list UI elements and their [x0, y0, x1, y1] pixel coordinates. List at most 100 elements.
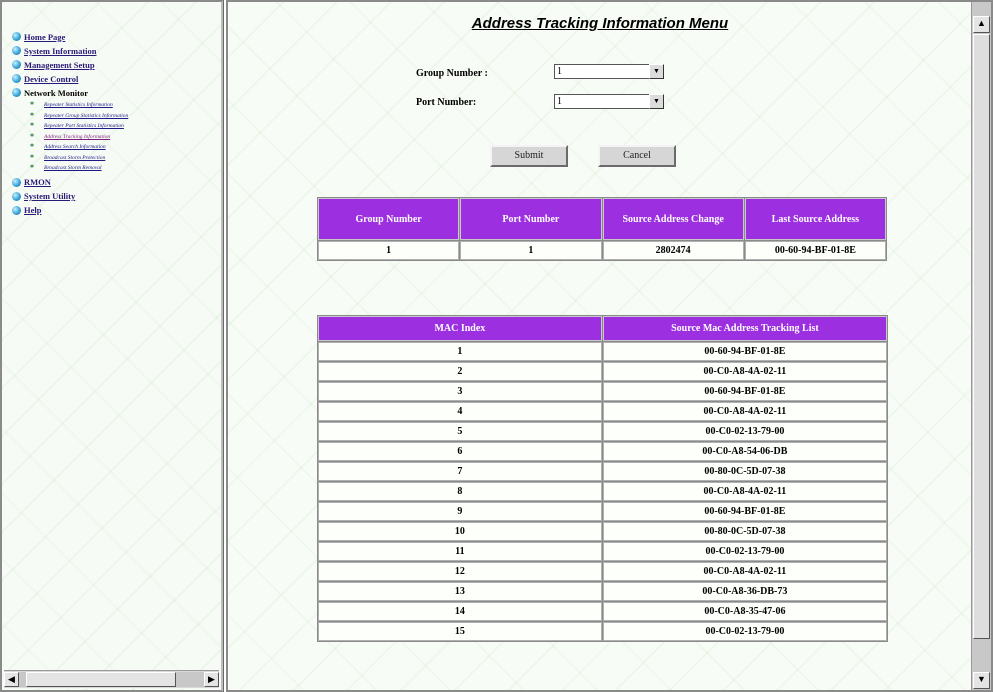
nav-item-network-monitor[interactable]: Network Monitor — [12, 86, 217, 99]
network-monitor-submenu: * Repeater Statistics Information * Repe… — [30, 100, 217, 174]
table-row: 4 00-C0-A8-4A-02-11 — [318, 402, 887, 421]
page-title: Address Tracking Information Menu — [471, 15, 729, 32]
content-frame: Address Tracking Information Menu Group … — [226, 0, 993, 692]
table-cell: 8 — [318, 482, 602, 501]
table-row: 11 00-C0-02-13-79-00 — [318, 542, 887, 561]
nav-item-label[interactable]: Home Page — [24, 32, 65, 42]
cancel-button[interactable]: Cancel — [598, 145, 676, 167]
table-cell: 00-C0-A8-4A-02-11 — [602, 562, 887, 581]
column-header: Port Number — [460, 198, 602, 240]
table-cell: 00-C0-A8-4A-02-11 — [602, 482, 887, 501]
table-cell: 00-C0-02-13-79-00 — [602, 542, 887, 561]
table-cell: 00-C0-A8-36-DB-73 — [602, 582, 887, 601]
nav-item-label[interactable]: System Information — [24, 46, 96, 56]
nav-item-label[interactable]: Help — [24, 205, 41, 215]
summary-data-row: 1 1 2802474 00-60-94-BF-01-8E — [318, 241, 886, 260]
star-bullet-icon: * — [30, 163, 34, 173]
globe-bullet-icon — [12, 205, 21, 215]
sub-item-address-search[interactable]: * Address Search Information — [30, 142, 217, 153]
star-bullet-icon: * — [30, 121, 34, 131]
chevron-down-icon[interactable]: ▼ — [649, 94, 664, 109]
scroll-down-icon[interactable]: ▼ — [973, 672, 990, 689]
table-cell: 6 — [318, 442, 602, 461]
globe-bullet-icon — [12, 74, 21, 83]
sub-item-label[interactable]: Repeater Statistics Information — [44, 102, 113, 108]
table-cell: 00-60-94-BF-01-8E — [602, 502, 887, 521]
table-row: 8 00-C0-A8-4A-02-11 — [318, 482, 887, 501]
globe-bullet-icon — [12, 88, 21, 97]
table-row: 1 00-60-94-BF-01-8E — [318, 342, 887, 361]
globe-bullet-icon — [12, 32, 21, 41]
globe-bullet-icon — [12, 177, 21, 187]
globe-bullet-icon — [12, 191, 21, 201]
scroll-up-icon[interactable]: ▲ — [973, 16, 990, 33]
mac-header-row: MAC Index Source Mac Address Tracking Li… — [318, 316, 887, 341]
table-cell: 12 — [318, 562, 602, 581]
nav-item-rmon[interactable]: RMON — [12, 176, 217, 189]
table-row: 7 00-80-0C-5D-07-38 — [318, 462, 887, 481]
sub-item-broadcast-storm-removal[interactable]: * Broadcast Storm Removal — [30, 163, 217, 174]
table-cell: 00-C0-A8-35-47-06 — [602, 602, 887, 621]
table-cell: 00-60-94-BF-01-8E — [602, 342, 887, 361]
star-bullet-icon: * — [30, 142, 34, 152]
globe-bullet-icon — [12, 60, 21, 69]
sub-item-label[interactable]: Repeater Group Statistics Information — [44, 113, 128, 119]
sub-item-repeater-group-statistics[interactable]: * Repeater Group Statistics Information — [30, 111, 217, 122]
table-row: 12 00-C0-A8-4A-02-11 — [318, 562, 887, 581]
table-cell: 5 — [318, 422, 602, 441]
nav-item-home[interactable]: Home Page — [12, 30, 217, 43]
group-number-label: Group Number : — [416, 68, 488, 79]
scroll-right-icon[interactable]: ▶ — [204, 672, 219, 687]
column-header: Group Number — [318, 198, 460, 240]
column-header: Source Mac Address Tracking List — [602, 316, 887, 341]
vertical-scrollbar[interactable]: ▲ ▼ — [971, 2, 991, 690]
table-cell: 3 — [318, 382, 602, 401]
chevron-down-icon[interactable]: ▼ — [649, 64, 664, 79]
table-cell: 11 — [318, 542, 602, 561]
table-row: 9 00-60-94-BF-01-8E — [318, 502, 887, 521]
table-row: 13 00-C0-A8-36-DB-73 — [318, 582, 887, 601]
table-cell: 2 — [318, 362, 602, 381]
nav-item-label[interactable]: Network Monitor — [24, 88, 88, 98]
table-cell: 1 — [318, 241, 460, 260]
sub-item-broadcast-storm-protection[interactable]: * Broadcast Storm Protection — [30, 153, 217, 164]
scroll-thumb[interactable] — [973, 34, 990, 639]
sub-item-address-tracking[interactable]: * Address Tracking Information — [30, 132, 217, 143]
port-number-select[interactable]: 1 ▼ — [554, 94, 664, 109]
table-cell: 00-C0-02-13-79-00 — [602, 422, 887, 441]
table-cell: 00-60-94-BF-01-8E — [602, 382, 887, 401]
star-bullet-icon: * — [30, 152, 34, 162]
column-header: Last Source Address — [744, 198, 886, 240]
horizontal-scrollbar[interactable]: ◀ ▶ — [4, 670, 219, 688]
nav-item-label[interactable]: Device Control — [24, 74, 78, 84]
table-cell: 4 — [318, 402, 602, 421]
table-cell: 1 — [318, 342, 602, 361]
column-header: MAC Index — [318, 316, 602, 341]
nav-item-device-control[interactable]: Device Control — [12, 72, 217, 85]
summary-table: Group Number Port Number Source Address … — [317, 197, 887, 261]
sub-item-label[interactable]: Repeater Port Statistics Information — [44, 123, 124, 129]
scroll-thumb[interactable] — [26, 672, 176, 687]
star-bullet-icon: * — [30, 110, 34, 120]
table-cell: 2802474 — [602, 241, 744, 260]
nav-item-management-setup[interactable]: Management Setup — [12, 58, 217, 71]
sub-item-label[interactable]: Broadcast Storm Protection — [44, 155, 105, 161]
sub-item-label[interactable]: Address Search Information — [44, 144, 106, 150]
sub-item-label[interactable]: Address Tracking Information — [44, 134, 110, 140]
sub-item-repeater-port-statistics[interactable]: * Repeater Port Statistics Information — [30, 121, 217, 132]
sub-item-label[interactable]: Broadcast Storm Removal — [44, 165, 102, 171]
submit-button[interactable]: Submit — [490, 145, 568, 167]
nav-item-help[interactable]: Help — [12, 204, 217, 217]
table-cell: 1 — [460, 241, 602, 260]
nav-item-label[interactable]: RMON — [24, 177, 51, 187]
scroll-left-icon[interactable]: ◀ — [4, 672, 19, 687]
sub-item-repeater-statistics[interactable]: * Repeater Statistics Information — [30, 100, 217, 111]
table-cell: 14 — [318, 602, 602, 621]
nav-item-label[interactable]: System Utility — [24, 191, 75, 201]
nav-item-system-information[interactable]: System Information — [12, 44, 217, 57]
group-number-select[interactable]: 1 ▼ — [554, 64, 664, 79]
nav-item-system-utility[interactable]: System Utility — [12, 190, 217, 203]
table-cell: 00-C0-02-13-79-00 — [602, 622, 887, 641]
table-cell: 00-80-0C-5D-07-38 — [602, 462, 887, 481]
nav-item-label[interactable]: Management Setup — [24, 60, 95, 70]
